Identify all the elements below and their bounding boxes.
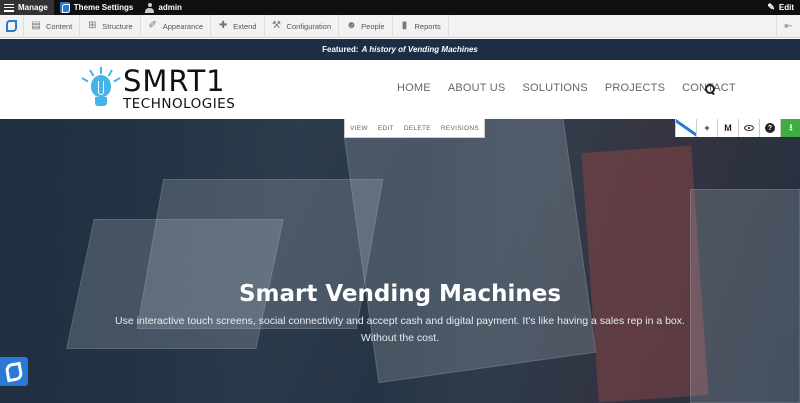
- drupal-drop-icon: [4, 361, 24, 382]
- toolbar-item-label: Extend: [233, 21, 257, 31]
- floating-drupal-logo[interactable]: [0, 357, 28, 386]
- theme-settings-label: Theme Settings: [73, 3, 134, 12]
- toolbar-item-people[interactable]: ☻ People: [339, 14, 393, 38]
- eye-icon: [744, 125, 754, 131]
- edit-button[interactable]: ✎ Edit: [761, 0, 800, 15]
- help-button[interactable]: ?: [759, 119, 780, 137]
- content-icon: ▤: [31, 20, 41, 31]
- settings-tray: + M ? ⭳: [675, 119, 800, 137]
- toolbar-item-content[interactable]: ▤ Content: [24, 14, 81, 38]
- toolbar-item-reports[interactable]: ▮ Reports: [393, 14, 449, 38]
- toolbar-item-extend[interactable]: ✚ Extend: [211, 14, 265, 38]
- toolbar-item-appearance[interactable]: ✐ Appearance: [141, 14, 212, 38]
- extend-icon: ✚: [218, 20, 228, 31]
- user-button[interactable]: admin: [139, 0, 188, 15]
- nav-home[interactable]: HOME: [397, 82, 431, 94]
- drupal-logo-icon: [59, 2, 70, 13]
- pencil-icon: ✎: [767, 2, 775, 12]
- site-logo[interactable]: SMRT1 TECHNOLOGIES: [81, 64, 236, 112]
- toolbar-item-label: People: [361, 21, 385, 31]
- toolbar-item-label: Appearance: [162, 21, 204, 31]
- edit-label: Edit: [778, 3, 794, 12]
- nav-solutions[interactable]: SOLUTIONS: [522, 82, 587, 94]
- user-label: admin: [158, 3, 182, 12]
- admin-toolbar: Manage Theme Settings admin ✎ Edit: [0, 0, 800, 15]
- site-header: SMRT1 TECHNOLOGIES HOME ABOUT US SOLUTIO…: [0, 60, 800, 119]
- preview-button[interactable]: [738, 119, 759, 137]
- download-icon[interactable]: ⭳: [780, 119, 800, 137]
- brand-tagline: TECHNOLOGIES: [123, 96, 236, 112]
- toolbar-item-label: Configuration: [286, 21, 332, 31]
- drupal-mini-icon: [6, 20, 17, 32]
- brand-name: SMRT1: [123, 64, 226, 98]
- hamburger-icon: [4, 3, 14, 12]
- featured-link[interactable]: A history of Vending Machines: [362, 45, 478, 54]
- people-icon: ☻: [346, 20, 357, 31]
- hero-title: Smart Vending Machines: [238, 281, 562, 307]
- main-nav: HOME ABOUT US SOLUTIONS PROJECTS CONTACT: [397, 82, 736, 94]
- tab-revisions[interactable]: REVISIONS: [436, 125, 484, 132]
- local-tasks: VIEW EDIT DELETE REVISIONS: [344, 119, 486, 138]
- tray-logo-icon[interactable]: [675, 119, 696, 137]
- structure-icon: ⊞: [88, 20, 97, 31]
- manage-button[interactable]: Manage: [0, 0, 54, 15]
- theme-settings-button[interactable]: Theme Settings: [54, 0, 140, 15]
- reports-icon: ▮: [401, 20, 408, 31]
- collapse-arrow-icon: ⇤: [784, 20, 793, 32]
- lightbulb-icon: [81, 67, 121, 111]
- nav-projects[interactable]: PROJECTS: [605, 82, 665, 94]
- move-icon[interactable]: M: [717, 119, 738, 137]
- featured-bar[interactable]: Featured: A history of Vending Machines: [0, 39, 800, 60]
- tab-edit[interactable]: EDIT: [373, 125, 399, 132]
- featured-prefix: Featured:: [322, 45, 359, 54]
- home-button[interactable]: [0, 14, 24, 38]
- help-icon: ?: [765, 123, 775, 133]
- toolbar-item-label: Structure: [102, 21, 133, 31]
- tab-delete[interactable]: DELETE: [399, 125, 436, 132]
- tab-view[interactable]: VIEW: [345, 125, 373, 132]
- hero-banner: Smart Vending Machines Use interactive t…: [0, 119, 800, 403]
- toolbar-item-structure[interactable]: ⊞ Structure: [80, 14, 141, 38]
- toolbar-item-label: Content: [46, 21, 73, 31]
- wrench-icon: ⚒: [272, 20, 282, 31]
- plus-icon[interactable]: +: [696, 119, 717, 137]
- search-icon[interactable]: [705, 84, 716, 95]
- appearance-icon: ✐: [148, 20, 157, 31]
- toolbar-item-label: Reports: [414, 21, 441, 31]
- manage-label: Manage: [18, 3, 48, 12]
- user-icon: [145, 2, 155, 13]
- toolbar-item-configuration[interactable]: ⚒ Configuration: [265, 14, 340, 38]
- admin-tray: ▤ Content ⊞ Structure ✐ Appearance ✚ Ext…: [0, 14, 800, 38]
- hero-subtitle: Use interactive touch screens, social co…: [115, 315, 685, 344]
- nav-about-us[interactable]: ABOUT US: [448, 82, 506, 94]
- toolbar-orientation-toggle[interactable]: ⇤: [776, 14, 800, 38]
